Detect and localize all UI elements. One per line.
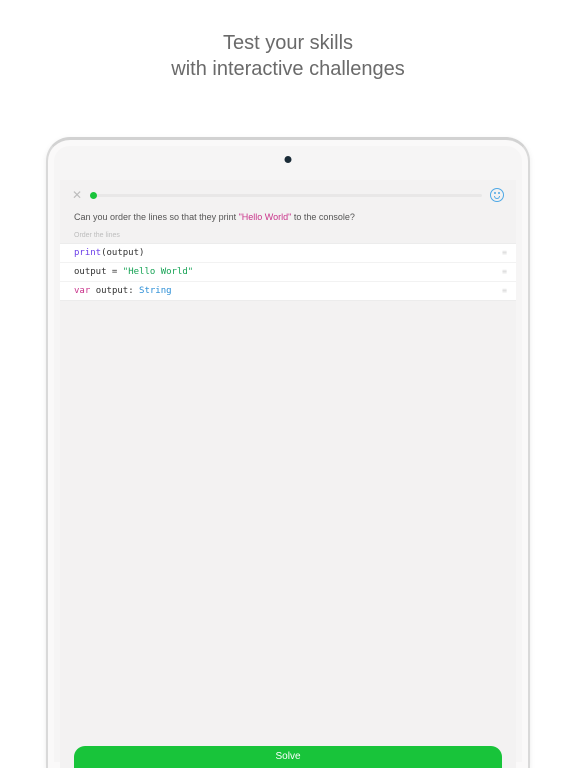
promo-heading: Test your skills with interactive challe… [0, 0, 576, 82]
app-screen: ✕ Can you order the lines so that they p… [60, 180, 516, 768]
promo-line1: Test your skills [0, 30, 576, 56]
drag-handle-icon[interactable]: ≡ [502, 267, 506, 276]
device-frame: ✕ Can you order the lines so that they p… [46, 137, 530, 768]
code-list: print(output) ≡ output = "Hello World" ≡… [60, 243, 516, 301]
code-line[interactable]: output = "Hello World" ≡ [60, 263, 516, 282]
drag-handle-icon[interactable]: ≡ [502, 248, 506, 257]
code-line[interactable]: print(output) ≡ [60, 244, 516, 263]
code-content: output = "Hello World" [74, 267, 193, 277]
promo-line2: with interactive challenges [0, 56, 576, 82]
code-content: print(output) [74, 248, 144, 258]
progress-indicator [90, 192, 97, 199]
code-content: var output: String [74, 286, 172, 296]
camera-icon [285, 156, 292, 163]
question-suffix: to the console? [291, 212, 355, 222]
code-line[interactable]: var output: String ≡ [60, 282, 516, 300]
challenge-hint: Order the lines [60, 232, 516, 243]
progress-bar [90, 194, 482, 197]
solve-button[interactable]: Solve [74, 746, 502, 768]
close-icon[interactable]: ✕ [72, 189, 82, 201]
question-highlight: "Hello World" [239, 212, 292, 222]
question-prefix: Can you order the lines so that they pri… [74, 212, 239, 222]
challenge-question: Can you order the lines so that they pri… [60, 206, 516, 232]
topbar: ✕ [60, 180, 516, 206]
drag-handle-icon[interactable]: ≡ [502, 286, 506, 295]
streak-face-icon[interactable] [490, 188, 504, 202]
